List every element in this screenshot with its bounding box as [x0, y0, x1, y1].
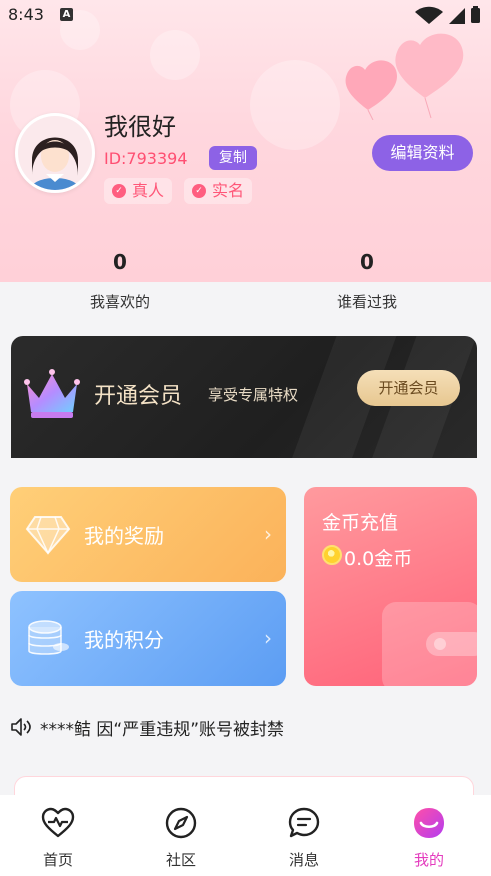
chevron-right-icon: ›	[264, 522, 272, 546]
edit-profile-button[interactable]: 编辑资料	[372, 135, 473, 171]
my-points-card[interactable]: 我的积分 ›	[10, 591, 286, 686]
open-vip-button[interactable]: 开通会员	[357, 370, 460, 406]
profile-page: 8:43 A 我很好 ID:793394 复制 ✓ 真人 ✓ 实名 编辑资料 0	[0, 0, 491, 876]
check-icon: ✓	[192, 184, 206, 198]
compass-icon	[165, 807, 197, 839]
tab-home[interactable]: 首页	[18, 805, 98, 870]
wallet-icon	[382, 602, 477, 686]
bottom-tab-bar: 首页 社区 消息 我的	[0, 795, 491, 876]
stat-likes[interactable]: 0 我喜欢的	[30, 245, 210, 312]
stat-visitors-value: 0	[360, 250, 374, 274]
tab-community[interactable]: 社区	[141, 805, 221, 870]
avatar-image	[18, 116, 92, 190]
chevron-right-icon: ›	[264, 626, 272, 650]
tab-me[interactable]: 我的	[389, 805, 469, 870]
status-time: 8:43	[8, 5, 44, 24]
my-rewards-card[interactable]: 我的奖励 ›	[10, 487, 286, 582]
coin-balance: 0.0金币	[344, 548, 413, 570]
announcement-text: ****鲒 因“严重违规”账号被封禁	[40, 720, 285, 740]
stat-likes-label: 我喜欢的	[89, 293, 150, 311]
tab-messages[interactable]: 消息	[264, 805, 344, 870]
user-id: ID:793394	[104, 149, 188, 168]
coin-icon	[322, 545, 342, 565]
tab-me-label: 我的	[413, 851, 444, 869]
my-points-label: 我的积分	[84, 628, 164, 652]
profile-face-icon	[414, 808, 444, 838]
profile-stats: 0 我喜欢的 0 谁看过我	[0, 245, 491, 325]
vip-banner[interactable]: 开通会员 享受专属特权 开通会员	[11, 336, 477, 458]
heart-pulse-icon	[41, 807, 75, 838]
check-icon: ✓	[112, 184, 126, 198]
heart-balloon-icon	[345, 33, 464, 120]
chat-bubble-icon	[288, 807, 320, 838]
coin-recharge-title: 金币充值	[322, 512, 399, 534]
wifi-icon	[415, 6, 443, 24]
signal-icon	[449, 8, 465, 24]
notification-icon: A	[60, 8, 73, 21]
vip-subtitle: 享受专属特权	[208, 386, 299, 404]
verified-person-label: 真人	[132, 181, 165, 200]
crown-icon	[24, 369, 80, 418]
status-bar: 8:43 A	[0, 0, 491, 30]
battery-icon	[471, 8, 480, 23]
announcement-bar: ****鲒 因“严重违规”账号被封禁	[10, 713, 480, 741]
diamond-icon	[25, 516, 71, 555]
stat-likes-value: 0	[113, 250, 127, 274]
my-rewards-label: 我的奖励	[84, 524, 164, 548]
coin-stack-icon	[28, 620, 69, 655]
copy-id-button[interactable]: 复制	[209, 146, 257, 170]
real-name-badge: ✓ 实名	[184, 178, 253, 204]
tab-community-label: 社区	[165, 851, 196, 869]
stat-visitors-label: 谁看过我	[336, 293, 397, 311]
nickname: 我很好	[104, 113, 176, 141]
verified-person-badge: ✓ 真人	[104, 178, 173, 204]
speaker-icon	[11, 718, 31, 736]
tab-messages-label: 消息	[288, 851, 319, 869]
avatar[interactable]	[15, 113, 95, 193]
status-icons	[415, 6, 480, 24]
coin-recharge-card[interactable]: 金币充值 0.0金币	[304, 487, 477, 686]
tab-home-label: 首页	[42, 851, 73, 869]
real-name-label: 实名	[212, 181, 245, 200]
stat-visitors[interactable]: 0 谁看过我	[277, 245, 457, 312]
vip-title: 开通会员	[94, 384, 183, 409]
